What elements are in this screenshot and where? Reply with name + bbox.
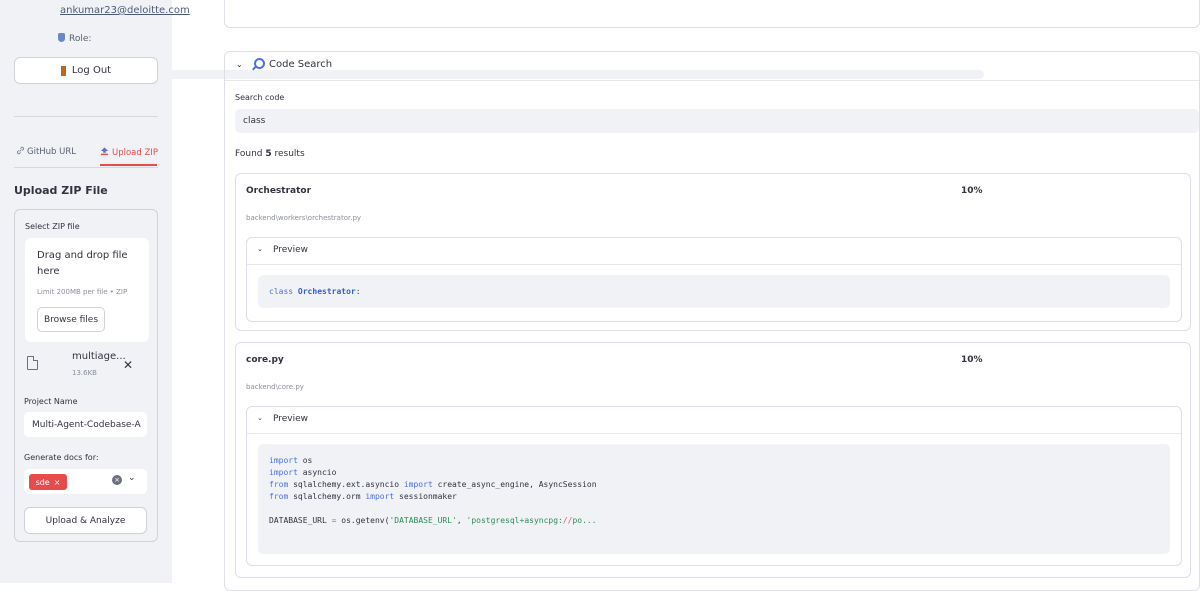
chevron-down-icon: ⌄ bbox=[257, 414, 263, 422]
dropzone-title: Drag and drop file here bbox=[37, 250, 128, 277]
tab-github-url-label: GitHub URL bbox=[27, 147, 77, 157]
code-class-name: Orchestrator bbox=[297, 287, 356, 296]
code-keyword: from bbox=[269, 480, 289, 489]
code-text: create_async_engine, AsyncSession bbox=[432, 480, 597, 489]
code-line: from sqlalchemy.orm import sessionmaker bbox=[269, 491, 1159, 503]
upload-analyze-button[interactable]: Upload & Analyze bbox=[24, 507, 147, 534]
select-zip-label: Select ZIP file bbox=[25, 222, 80, 231]
chevron-down-icon: ⌄ bbox=[236, 60, 243, 69]
generate-docs-label: Generate docs for: bbox=[24, 453, 99, 462]
code-string: 'postgresql+asyncpg: bbox=[466, 516, 563, 525]
tab-github-url[interactable]: GitHub URL bbox=[16, 146, 76, 157]
search-result: core.py 10% backend\core.py ⌄ Preview im… bbox=[235, 342, 1191, 578]
browse-files-button[interactable]: Browse files bbox=[37, 307, 105, 332]
code-text: sqlalchemy.ext.asyncio bbox=[288, 480, 404, 489]
code-keyword: import bbox=[403, 480, 433, 489]
code-text: DATABASE_URL bbox=[269, 516, 332, 525]
file-dropzone[interactable]: Drag and drop file here Limit 200MB per … bbox=[25, 238, 149, 342]
remove-file-icon[interactable]: ✕ bbox=[123, 358, 133, 372]
role-label: Role: bbox=[69, 34, 92, 44]
code-text: sessionmaker bbox=[394, 492, 457, 501]
sidebar: ankumar23@deloitte.com Role:user Log Out… bbox=[0, 0, 984, 583]
results-count: Found 5 results bbox=[235, 149, 305, 159]
code-text: sqlalchemy.orm bbox=[288, 492, 366, 501]
result-path: backend\core.py bbox=[246, 383, 304, 391]
found-count: 5 bbox=[265, 149, 272, 159]
dropzone-limit: Limit 200MB per file • ZIP bbox=[37, 288, 128, 296]
logout-button[interactable]: Log Out bbox=[14, 57, 158, 84]
preview-header[interactable]: ⌄ Preview bbox=[247, 238, 1181, 265]
search-code-input[interactable] bbox=[235, 109, 1199, 133]
active-tab-indicator bbox=[100, 164, 157, 166]
code-text: asyncio bbox=[297, 468, 337, 477]
source-tabs: GitHub URL Upload ZIP bbox=[14, 143, 158, 168]
previous-panel bbox=[224, 0, 1200, 28]
result-title: Orchestrator bbox=[246, 186, 312, 196]
result-title: core.py bbox=[246, 355, 284, 365]
code-line: from sqlalchemy.ext.asyncio import creat… bbox=[269, 479, 1159, 491]
upload-icon bbox=[100, 147, 109, 156]
code-text: os bbox=[297, 456, 313, 465]
code-keyword: from bbox=[269, 492, 289, 501]
result-score: 10% bbox=[961, 355, 983, 365]
clear-selection-icon[interactable]: × bbox=[112, 475, 122, 485]
user-role: Role:user bbox=[58, 33, 984, 79]
code-tail: : bbox=[355, 287, 361, 296]
project-name-label: Project Name bbox=[24, 397, 78, 406]
uploaded-file-size: 13.6KB bbox=[72, 369, 97, 377]
door-icon bbox=[60, 65, 66, 76]
chevron-down-icon[interactable]: ⌄ bbox=[128, 473, 136, 483]
shield-icon bbox=[58, 33, 65, 42]
code-block: class Orchestrator: bbox=[258, 275, 1170, 308]
uploaded-file-name: multiage... bbox=[72, 351, 126, 362]
code-text: , bbox=[456, 516, 467, 525]
preview-expander: ⌄ Preview import os import asyncio from … bbox=[246, 406, 1182, 566]
tab-upload-zip-label: Upload ZIP bbox=[112, 148, 158, 158]
project-name-input[interactable]: Multi-Agent-Codebase-A bbox=[24, 412, 147, 437]
code-line: import asyncio bbox=[269, 467, 1159, 479]
selected-chip[interactable]: sde × bbox=[29, 474, 67, 490]
code-keyword: import bbox=[365, 492, 395, 501]
code-string: po... bbox=[572, 516, 597, 525]
code-string: 'DATABASE_URL' bbox=[389, 516, 457, 525]
preview-label: Preview bbox=[273, 414, 309, 424]
found-prefix: Found bbox=[235, 149, 263, 159]
code-search-expander: ⌄ Code Search Search code Found 5 result… bbox=[224, 51, 1200, 591]
divider bbox=[14, 116, 158, 117]
code-search-header[interactable]: ⌄ Code Search bbox=[225, 52, 1199, 81]
code-line: DATABASE_URL = os.getenv('DATABASE_URL',… bbox=[269, 515, 1159, 527]
chevron-down-icon: ⌄ bbox=[257, 245, 263, 253]
code-keyword: class bbox=[269, 287, 294, 296]
code-line: import os bbox=[269, 455, 1159, 467]
search-code-label: Search code bbox=[235, 93, 285, 102]
file-icon bbox=[27, 356, 38, 370]
chip-label: sde bbox=[35, 477, 50, 487]
tab-upload-zip[interactable]: Upload ZIP bbox=[100, 146, 158, 158]
code-keyword: import bbox=[269, 456, 298, 465]
preview-expander: ⌄ Preview class Orchestrator: bbox=[246, 237, 1182, 322]
user-email[interactable]: ankumar23@deloitte.com bbox=[60, 5, 190, 16]
found-suffix: results bbox=[274, 149, 305, 159]
code-block: import os import asyncio from sqlalchemy… bbox=[258, 444, 1170, 554]
result-score: 10% bbox=[961, 186, 983, 196]
logout-label: Log Out bbox=[71, 65, 112, 76]
preview-header[interactable]: ⌄ Preview bbox=[247, 407, 1181, 434]
chip-remove-icon[interactable]: × bbox=[54, 478, 61, 487]
code-text: os.getenv( bbox=[336, 516, 390, 525]
preview-label: Preview bbox=[273, 245, 309, 255]
search-result: Orchestrator 10% backend\workers\orchest… bbox=[235, 173, 1191, 331]
generate-docs-select[interactable]: sde × × ⌄ bbox=[24, 469, 147, 494]
code-keyword: import bbox=[269, 468, 298, 477]
upload-heading: Upload ZIP File bbox=[14, 184, 108, 197]
link-icon bbox=[16, 146, 25, 155]
code-search-title: Code Search bbox=[269, 59, 333, 70]
result-path: backend\workers\orchestrator.py bbox=[246, 214, 362, 222]
search-icon bbox=[254, 58, 265, 69]
